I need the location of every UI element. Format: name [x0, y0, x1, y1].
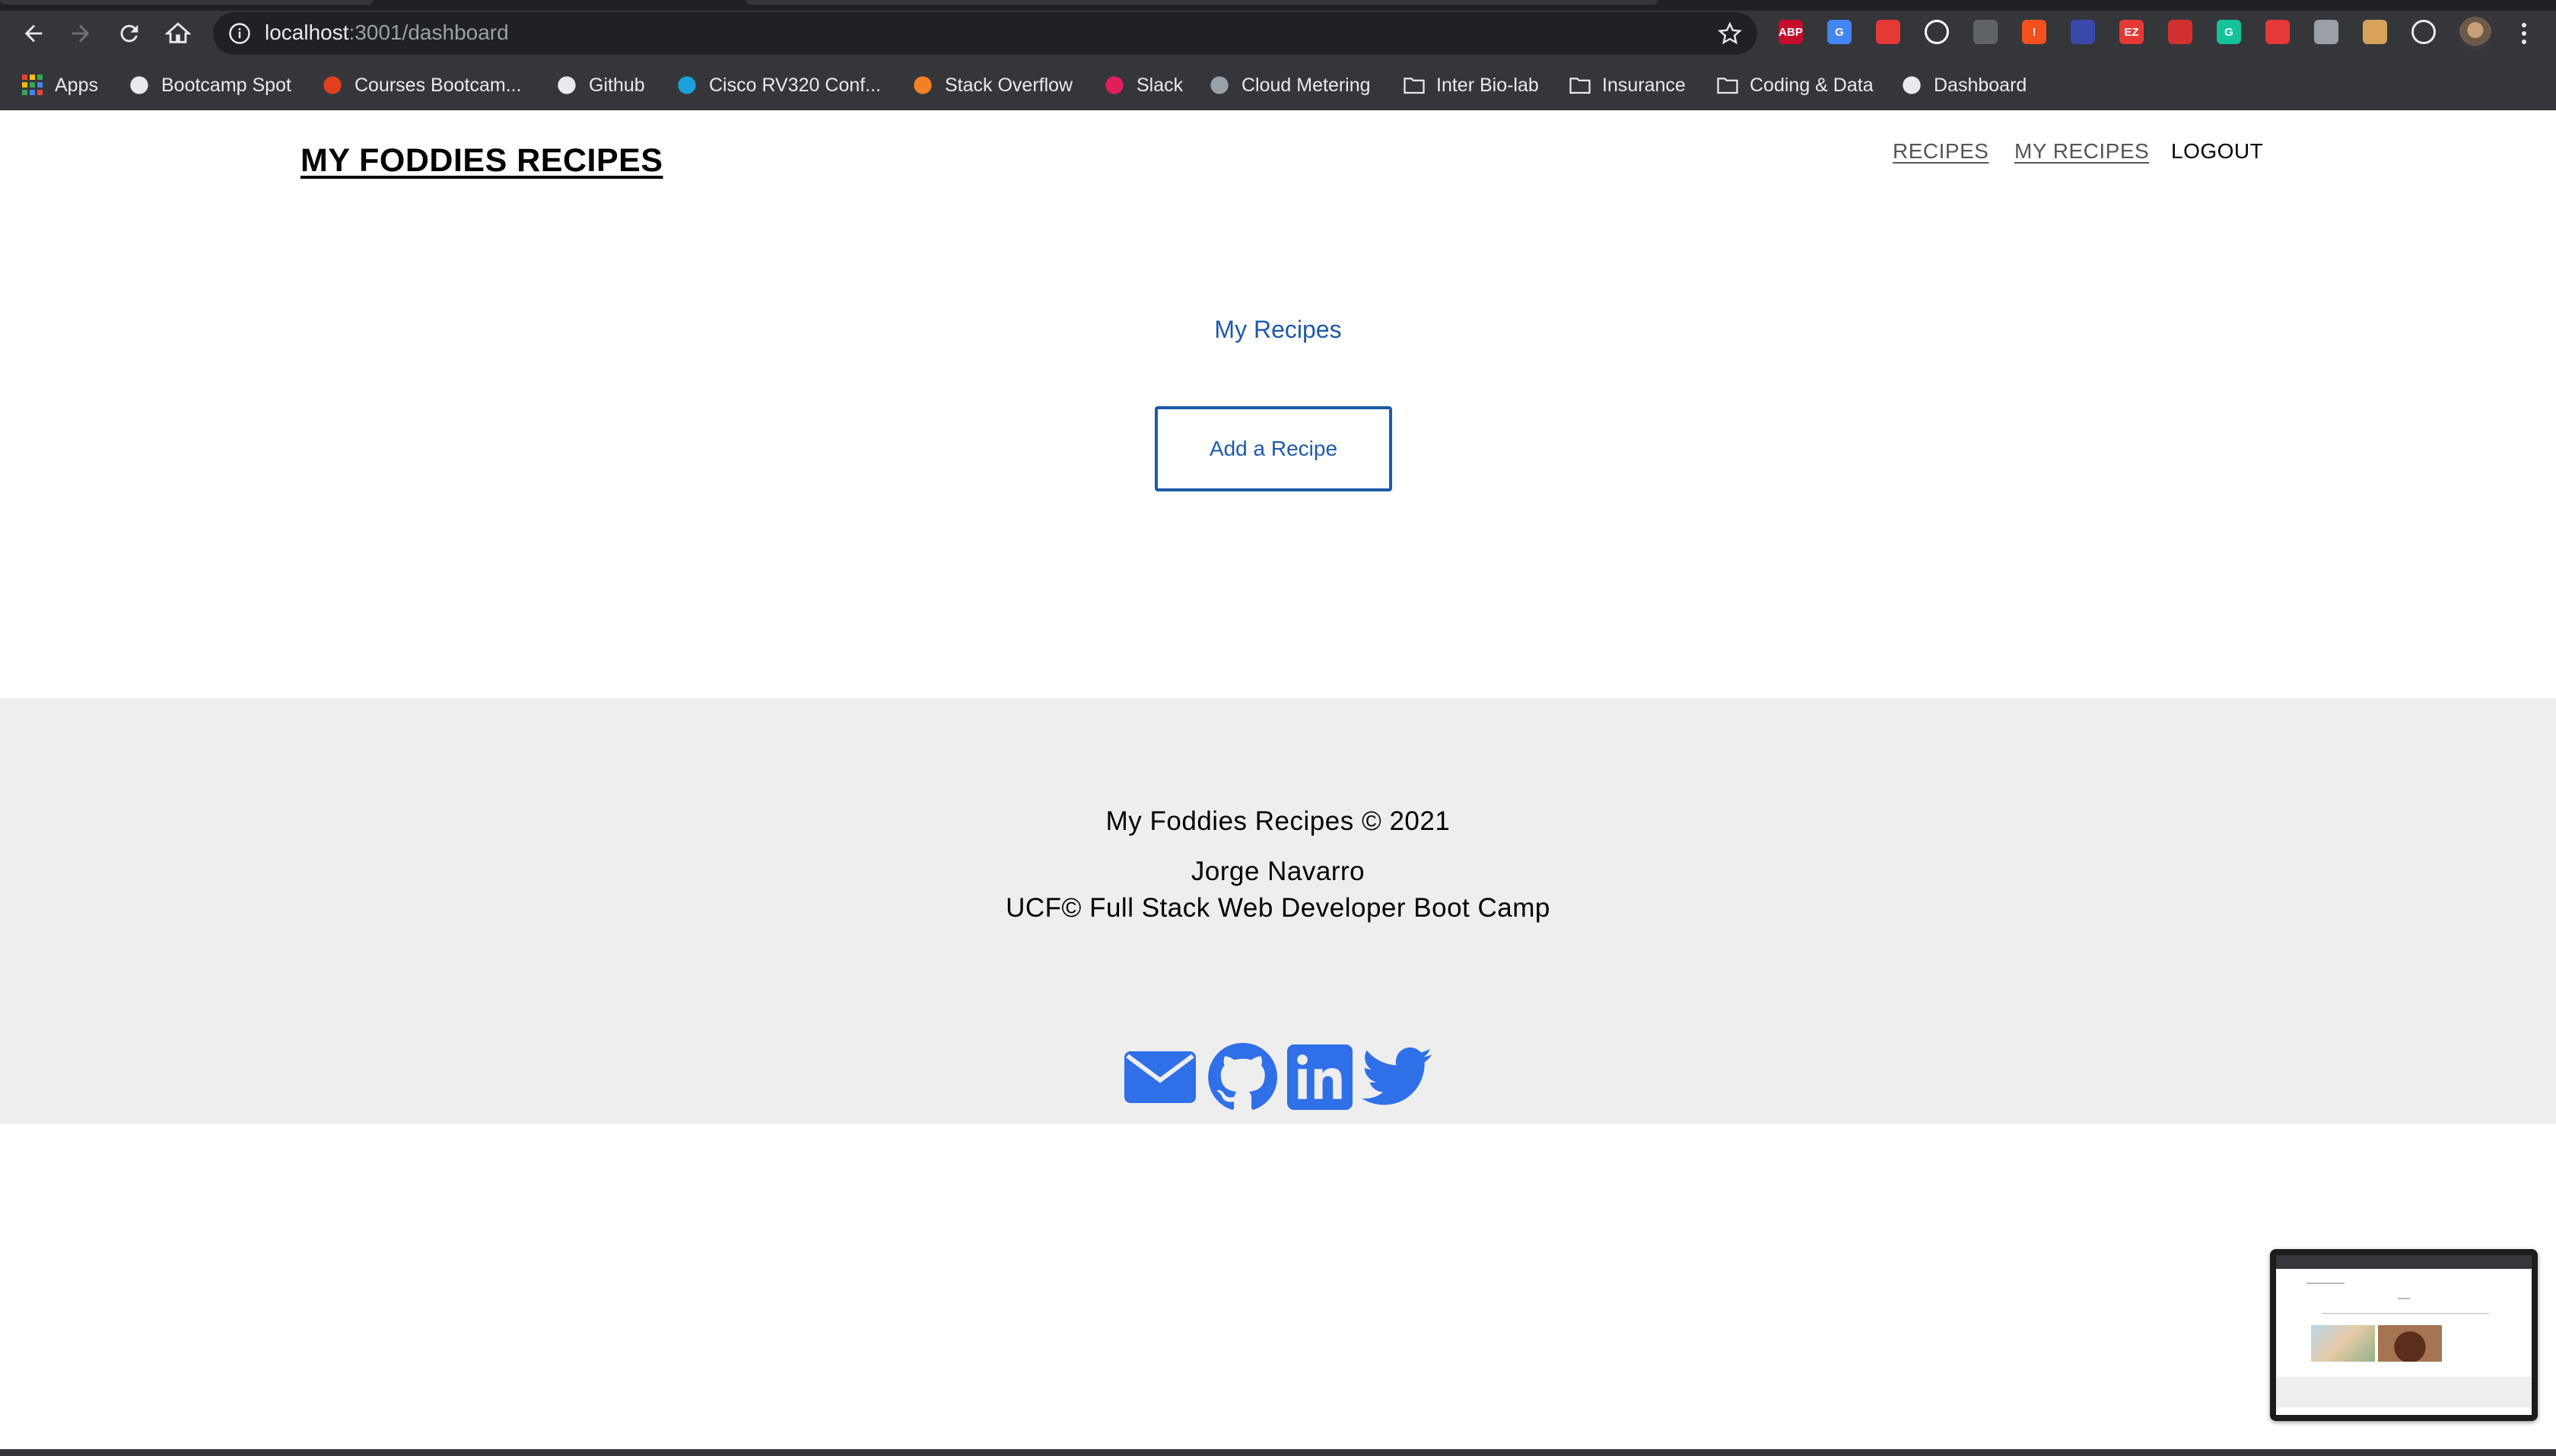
cisco-icon — [676, 74, 698, 97]
section-title: My Recipes — [1214, 316, 1342, 343]
bookmark-item[interactable]: Insurance — [1569, 65, 1686, 105]
twitter-icon[interactable] — [1362, 1042, 1433, 1112]
screenshot-preview-thumbnail[interactable] — [2270, 1249, 2538, 1421]
footer: My Foddies Recipes © 2021 Jorge Navarro … — [0, 698, 2556, 1124]
alert-extension-icon[interactable]: ! — [2022, 20, 2046, 44]
bookmark-label: Stack Overflow — [945, 74, 1073, 96]
canvas-icon — [321, 74, 344, 97]
bookmark-label: Cloud Metering — [1241, 74, 1371, 96]
site-info-icon[interactable] — [228, 22, 251, 45]
tab-active[interactable] — [746, 0, 1658, 5]
footer-author: Jorge Navarro — [1191, 857, 1365, 886]
home-icon — [165, 22, 191, 43]
add-recipe-button[interactable]: Add a Recipe — [1155, 406, 1392, 491]
thumbnail-image-chocolate — [2378, 1325, 2442, 1362]
bookmark-label: Courses Bootcam... — [354, 74, 522, 96]
dashboard-icon — [1900, 74, 1923, 97]
thumbnail-screen — [2276, 1255, 2532, 1415]
bookmark-label: Coding & Data — [1750, 74, 1874, 96]
back-button[interactable] — [17, 17, 50, 50]
camera-extension-icon[interactable] — [2314, 20, 2338, 44]
globe-icon — [128, 74, 151, 97]
apps-grid-icon — [21, 74, 44, 97]
email-icon[interactable] — [1123, 1042, 1197, 1112]
circle-extension-icon[interactable] — [1925, 20, 1949, 44]
bookmark-item[interactable]: Courses Bootcam... — [321, 65, 522, 105]
bookmark-label: Dashboard — [1934, 74, 2027, 96]
arrow-left-icon — [24, 24, 43, 43]
github-icon — [555, 74, 578, 97]
nav-logout-link[interactable]: LOGOUT — [2171, 139, 2263, 164]
bookmark-label: Cisco RV320 Conf... — [709, 74, 882, 96]
bookmark-label: Apps — [55, 74, 98, 96]
footer-copyright: My Foddies Recipes © 2021 — [1105, 806, 1451, 836]
home-button[interactable] — [161, 17, 195, 50]
bookmark-item[interactable]: Cloud Metering — [1208, 65, 1371, 105]
page-content: MY FODDIES RECIPES RECIPES MY RECIPES LO… — [0, 110, 2556, 1449]
puzzle-extensions-icon[interactable] — [2411, 20, 2436, 44]
social-links — [1123, 1042, 1433, 1112]
window-bottom-edge — [0, 1449, 2556, 1456]
reload-icon — [120, 24, 138, 43]
bookmark-item[interactable]: Cisco RV320 Conf... — [676, 65, 881, 105]
badge-extension-icon[interactable] — [2071, 20, 2095, 44]
ez-extension-icon[interactable]: EZ — [2119, 20, 2144, 44]
bookmark-label: Slack — [1137, 74, 1184, 96]
forward-button[interactable] — [64, 17, 97, 50]
bookmark-star-icon[interactable] — [1718, 21, 1742, 46]
folder-icon — [1716, 74, 1739, 97]
acrobat-icon[interactable] — [2168, 20, 2192, 44]
url-path: :3001/dashboard — [348, 21, 509, 44]
bookmark-item[interactable]: Stack Overflow — [911, 65, 1073, 105]
stackoverflow-icon — [911, 74, 934, 97]
hand-stop-icon[interactable] — [1876, 20, 1900, 44]
bookmark-item[interactable]: Coding & Data — [1716, 65, 1874, 105]
cloud-metering-icon — [1208, 74, 1231, 97]
cookie-extension-icon[interactable] — [2363, 20, 2387, 44]
grammarly-icon[interactable]: G — [2217, 20, 2241, 44]
bookmark-item[interactable]: Slack — [1103, 65, 1183, 105]
linkedin-icon[interactable] — [1287, 1042, 1353, 1112]
bookmark-label: Insurance — [1602, 74, 1686, 96]
github-icon[interactable] — [1206, 1042, 1278, 1112]
folder-icon — [1569, 74, 1591, 97]
bookmark-item[interactable]: Bootcamp Spot — [128, 65, 291, 105]
video-extension-icon[interactable] — [2265, 20, 2290, 44]
browser-menu-button[interactable] — [2510, 18, 2538, 49]
footer-program: UCF© Full Stack Web Developer Boot Camp — [1006, 893, 1550, 923]
bookmark-item[interactable]: Dashboard — [1900, 65, 2027, 105]
folder-icon — [1403, 74, 1426, 97]
moon-extension-icon[interactable] — [1973, 20, 1998, 44]
nav-recipes-link[interactable]: RECIPES — [1893, 139, 1989, 164]
bookmark-item[interactable]: Apps — [21, 65, 98, 105]
tab-previous[interactable] — [0, 0, 373, 5]
browser-chrome: localhost:3001/dashboard ABP G! EZ G Apps Bo… — [0, 0, 2556, 110]
bookmark-item[interactable]: Github — [555, 65, 645, 105]
url-host: localhost — [265, 21, 349, 44]
google-translate-icon[interactable]: G — [1827, 20, 1852, 44]
arrow-right-icon — [72, 24, 90, 43]
bookmark-label: Bootcamp Spot — [161, 74, 291, 96]
bookmark-label: Inter Bio-lab — [1436, 74, 1539, 96]
bookmark-item[interactable]: Inter Bio-lab — [1403, 65, 1539, 105]
address-bar[interactable]: localhost:3001/dashboard — [213, 12, 1757, 55]
profile-avatar[interactable] — [2459, 17, 2492, 50]
thumbnail-image-cake — [2311, 1325, 2375, 1362]
url-text[interactable]: localhost:3001/dashboard — [265, 21, 509, 45]
slack-icon — [1103, 74, 1126, 97]
bookmarks-bar: Apps Bootcamp Spot Courses Bootcam... Githu… — [0, 65, 2556, 105]
site-brand-link[interactable]: MY FODDIES RECIPES — [300, 142, 663, 180]
bookmark-label: Github — [589, 74, 645, 96]
nav-my-recipes-link[interactable]: MY RECIPES — [2014, 139, 2149, 164]
adblock-plus-icon[interactable]: ABP — [1779, 20, 1803, 44]
reload-button[interactable] — [113, 17, 146, 50]
